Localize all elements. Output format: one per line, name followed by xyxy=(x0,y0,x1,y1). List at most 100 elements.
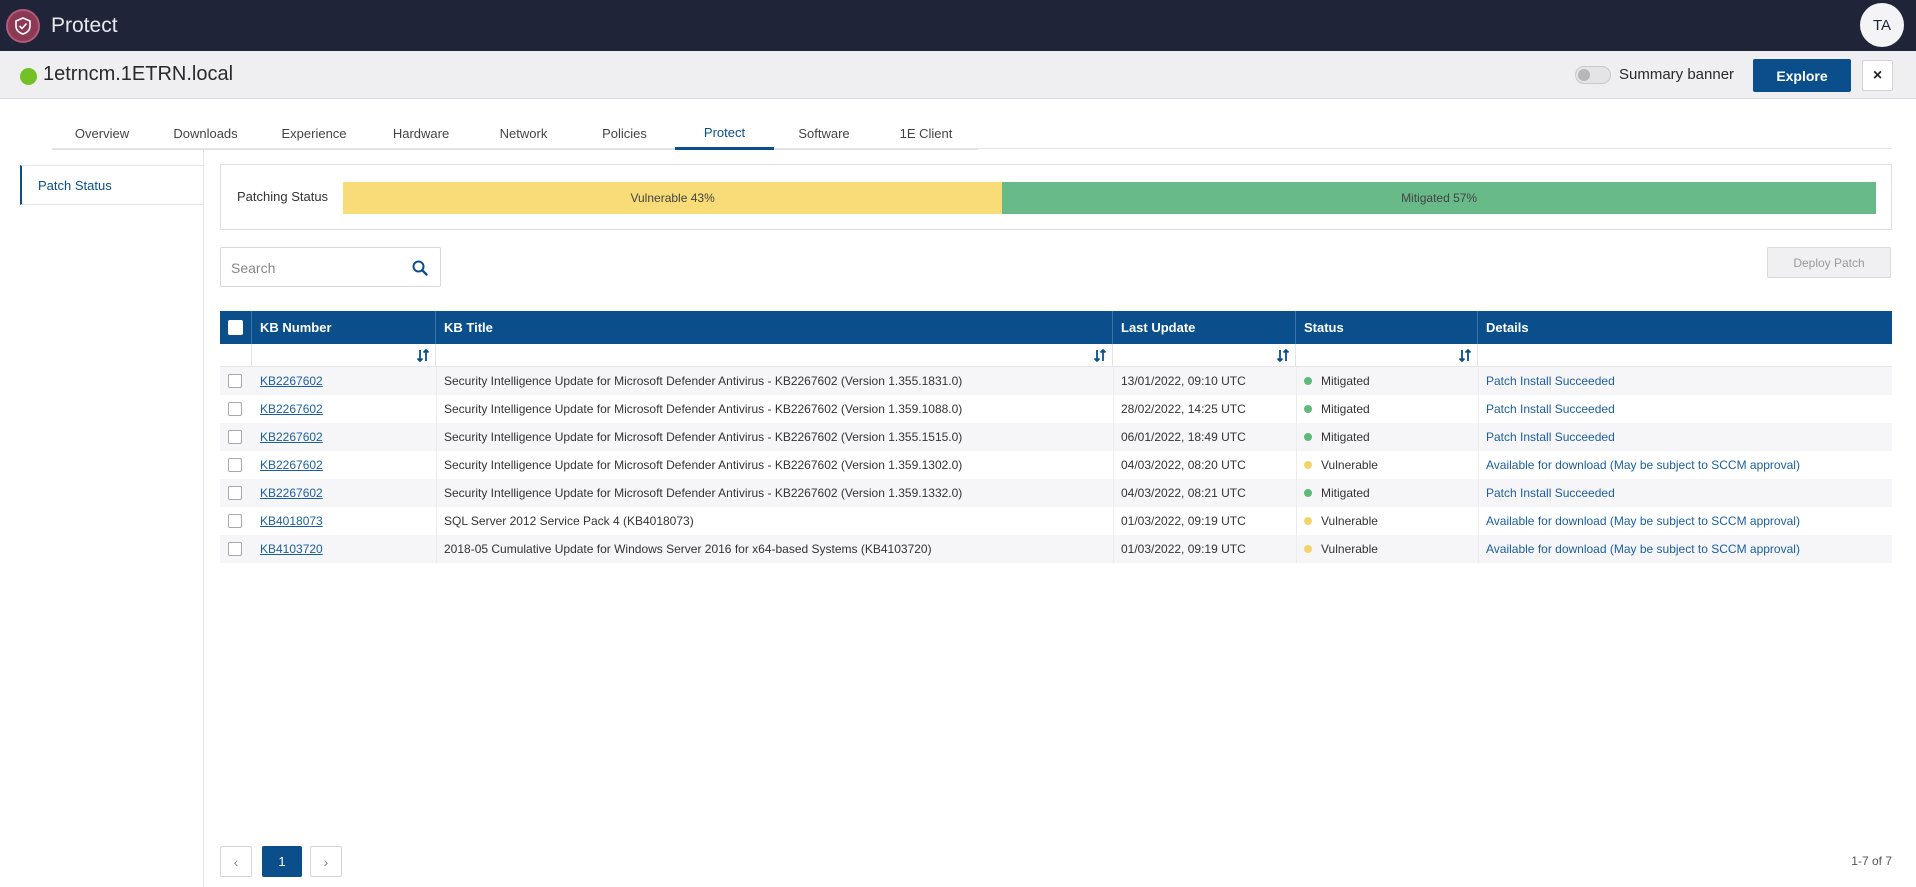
sort-cell-kb-title xyxy=(436,344,1113,367)
details-cell[interactable]: Available for download (May be subject t… xyxy=(1478,535,1892,563)
status-cell: Mitigated xyxy=(1296,395,1478,423)
row-select-cell xyxy=(220,423,252,451)
details-cell[interactable]: Available for download (May be subject t… xyxy=(1478,507,1892,535)
vulnerable-segment[interactable]: Vulnerable 43% xyxy=(343,182,1003,214)
details-cell[interactable]: Patch Install Succeeded xyxy=(1478,395,1892,423)
protect-logo-icon[interactable] xyxy=(6,8,40,43)
details-cell[interactable]: Patch Install Succeeded xyxy=(1478,479,1892,507)
search-icon[interactable] xyxy=(411,259,429,277)
table-row[interactable]: KB2267602 Security Intelligence Update fo… xyxy=(220,451,1892,479)
summary-banner-toggle[interactable] xyxy=(1575,66,1611,84)
tab-protect[interactable]: Protect xyxy=(675,117,774,150)
device-tabs: Overview Downloads Experience Hardware N… xyxy=(52,117,978,150)
status-cell: Vulnerable xyxy=(1296,507,1478,535)
sort-cell-status xyxy=(1296,344,1478,367)
status-text: Mitigated xyxy=(1321,402,1370,416)
row-checkbox[interactable] xyxy=(228,542,242,556)
last-update-cell: 01/03/2022, 09:19 UTC xyxy=(1121,514,1246,528)
column-header-details[interactable]: Details xyxy=(1478,311,1892,344)
tab-1e-client[interactable]: 1E Client xyxy=(874,117,978,150)
search-input[interactable] xyxy=(231,257,391,279)
column-header-kb-title[interactable]: KB Title xyxy=(436,311,1113,344)
sort-cell-kb-number xyxy=(252,344,436,367)
kb-number-link[interactable]: KB4018073 xyxy=(260,514,323,528)
kb-number-cell: KB4018073 xyxy=(252,507,436,535)
status-dot-icon xyxy=(1304,545,1312,553)
kb-number-link[interactable]: KB2267602 xyxy=(260,402,323,416)
status-dot-icon xyxy=(1304,405,1312,413)
kb-number-cell: KB4103720 xyxy=(252,535,436,563)
tab-software[interactable]: Software xyxy=(774,117,874,150)
status-cell: Vulnerable xyxy=(1296,451,1478,479)
row-select-cell xyxy=(220,451,252,479)
tab-network[interactable]: Network xyxy=(473,117,574,150)
row-checkbox[interactable] xyxy=(228,430,242,444)
sort-icon[interactable] xyxy=(1457,348,1473,363)
table-header: KB Number KB Title Last Update Status De… xyxy=(220,311,1892,344)
row-checkbox[interactable] xyxy=(228,486,242,500)
last-update-cell: 01/03/2022, 09:19 UTC xyxy=(1121,542,1246,556)
column-header-status[interactable]: Status xyxy=(1296,311,1478,344)
sidebar-item-patch-status[interactable]: Patch Status xyxy=(20,165,204,205)
kb-title-cell: SQL Server 2012 Service Pack 4 (KB401807… xyxy=(444,514,694,528)
patching-status-panel: Patching Status Vulnerable 43% Mitigated… xyxy=(220,164,1892,230)
row-checkbox[interactable] xyxy=(228,374,242,388)
close-button[interactable]: × xyxy=(1862,60,1893,91)
user-avatar[interactable]: TA xyxy=(1860,3,1904,47)
kb-number-link[interactable]: KB2267602 xyxy=(260,374,323,388)
sort-cell-details xyxy=(1478,344,1892,367)
status-cell: Vulnerable xyxy=(1296,535,1478,563)
table-row[interactable]: KB2267602 Security Intelligence Update fo… xyxy=(220,395,1892,423)
top-bar: Protect TA xyxy=(0,0,1916,51)
summary-banner-label: Summary banner xyxy=(1619,66,1735,83)
patching-status-bar: Vulnerable 43% Mitigated 57% xyxy=(343,182,1876,214)
column-header-kb-number[interactable]: KB Number xyxy=(252,311,436,344)
sort-icon[interactable] xyxy=(1275,348,1291,363)
pagination-summary: 1-7 of 7 xyxy=(1851,854,1892,868)
table-row[interactable]: KB2267602 Security Intelligence Update fo… xyxy=(220,479,1892,507)
table-row[interactable]: KB2267602 Security Intelligence Update fo… xyxy=(220,367,1892,395)
kb-number-link[interactable]: KB2267602 xyxy=(260,486,323,500)
row-select-cell xyxy=(220,479,252,507)
tab-policies[interactable]: Policies xyxy=(574,117,675,150)
prev-page-button[interactable]: ‹ xyxy=(220,846,252,877)
kb-number-cell: KB2267602 xyxy=(252,367,436,395)
table-row[interactable]: KB4103720 2018-05 Cumulative Update for W… xyxy=(220,535,1892,563)
tab-hardware[interactable]: Hardware xyxy=(369,117,473,150)
device-status-dot xyxy=(20,68,37,85)
status-text: Vulnerable xyxy=(1321,458,1378,472)
tab-overview[interactable]: Overview xyxy=(52,117,152,150)
row-checkbox[interactable] xyxy=(228,402,242,416)
kb-title-cell: 2018-05 Cumulative Update for Windows Se… xyxy=(444,542,932,556)
details-cell[interactable]: Patch Install Succeeded xyxy=(1478,423,1892,451)
tab-downloads[interactable]: Downloads xyxy=(152,117,259,150)
row-checkbox[interactable] xyxy=(228,514,242,528)
details-cell[interactable]: Patch Install Succeeded xyxy=(1478,367,1892,395)
kb-number-cell: KB2267602 xyxy=(252,479,436,507)
status-text: Mitigated xyxy=(1321,430,1370,444)
row-select-cell xyxy=(220,535,252,563)
table-row[interactable]: KB4018073 SQL Server 2012 Service Pack 4 … xyxy=(220,507,1892,535)
row-checkbox[interactable] xyxy=(228,458,242,472)
row-select-cell xyxy=(220,395,252,423)
next-page-button[interactable]: › xyxy=(310,846,342,877)
sort-cell-last-update xyxy=(1113,344,1296,367)
kb-number-link[interactable]: KB2267602 xyxy=(260,458,323,472)
select-all-checkbox[interactable] xyxy=(228,320,243,335)
sort-icon[interactable] xyxy=(415,348,431,363)
kb-number-link[interactable]: KB4103720 xyxy=(260,542,323,556)
table-row[interactable]: KB2267602 Security Intelligence Update fo… xyxy=(220,423,1892,451)
kb-number-link[interactable]: KB2267602 xyxy=(260,430,323,444)
search-box xyxy=(220,247,441,287)
status-dot-icon xyxy=(1304,461,1312,469)
status-dot-icon xyxy=(1304,377,1312,385)
tab-experience[interactable]: Experience xyxy=(259,117,369,150)
deploy-patch-button[interactable]: Deploy Patch xyxy=(1767,247,1891,278)
details-cell[interactable]: Available for download (May be subject t… xyxy=(1478,451,1892,479)
sort-icon[interactable] xyxy=(1092,348,1108,363)
row-select-cell xyxy=(220,367,252,395)
mitigated-segment[interactable]: Mitigated 57% xyxy=(1002,182,1876,214)
column-header-last-update[interactable]: Last Update xyxy=(1113,311,1296,344)
explore-button[interactable]: Explore xyxy=(1753,59,1851,92)
page-1-button[interactable]: 1 xyxy=(262,846,302,877)
